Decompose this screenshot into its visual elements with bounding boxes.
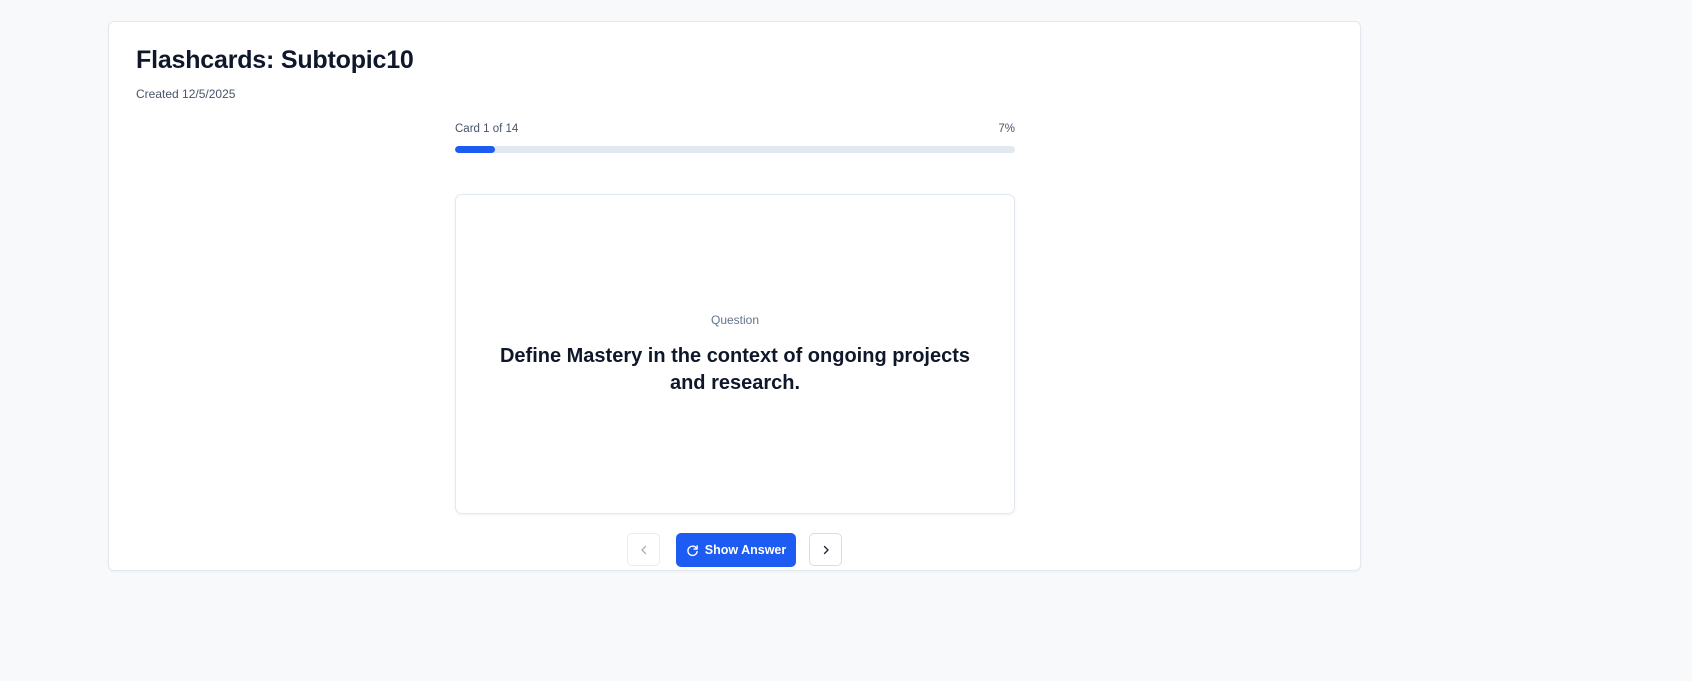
next-card-button[interactable] xyxy=(809,533,842,566)
progress-percent: 7% xyxy=(998,123,1015,135)
previous-card-button[interactable] xyxy=(627,533,660,566)
show-answer-label: Show Answer xyxy=(704,543,787,557)
card-controls: Show Answer xyxy=(455,533,1015,567)
progress-bar-fill xyxy=(455,146,495,153)
chevron-right-icon xyxy=(821,545,831,555)
flashcard[interactable]: Question Define Mastery in the context o… xyxy=(455,194,1015,514)
card-question-text: Define Mastery in the context of ongoing… xyxy=(499,345,971,394)
progress-header: Card 1 of 14 7% xyxy=(455,123,1015,139)
show-answer-button[interactable]: Show Answer xyxy=(676,533,796,567)
page-title: Flashcards: Subtopic10 xyxy=(136,46,414,74)
study-area: Card 1 of 14 7% Question Define Mastery … xyxy=(455,123,1015,567)
chevron-left-icon xyxy=(639,545,649,555)
card-side-label: Question xyxy=(710,313,760,327)
progress-label: Card 1 of 14 xyxy=(455,123,519,135)
progress-bar xyxy=(455,146,1015,153)
refresh-icon xyxy=(686,544,699,557)
flashcards-panel: Flashcards: Subtopic10 Created 12/5/2025… xyxy=(108,21,1361,571)
created-date: Created 12/5/2025 xyxy=(136,87,236,101)
